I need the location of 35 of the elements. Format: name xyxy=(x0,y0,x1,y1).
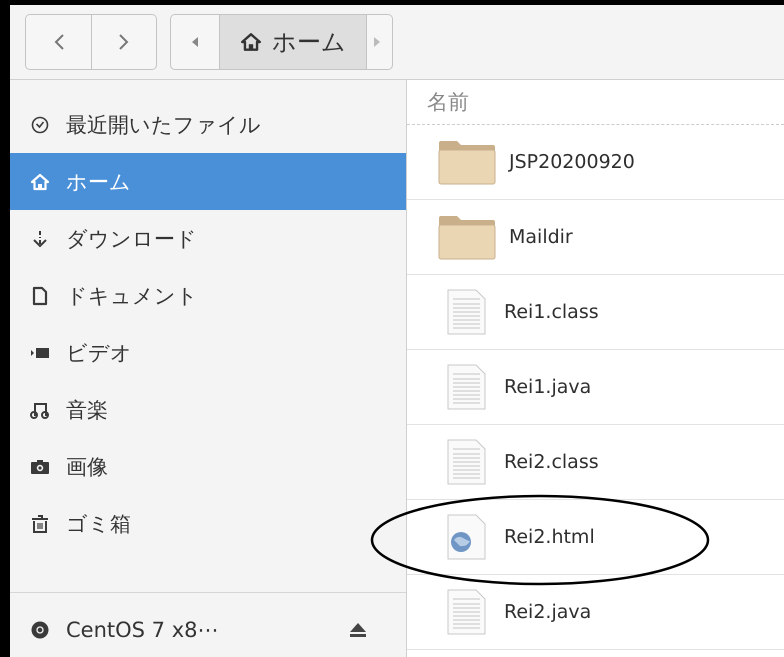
documents-icon xyxy=(30,286,50,306)
file-row[interactable]: Rei2.html xyxy=(407,500,784,575)
trash-icon xyxy=(30,514,50,534)
home-icon xyxy=(30,172,50,192)
triangle-right-icon xyxy=(373,36,381,48)
sidebar-item[interactable]: ビデオ xyxy=(10,324,406,381)
sidebar-item[interactable]: CentOS 7 x8⋯ xyxy=(10,601,406,657)
disc-icon xyxy=(30,620,50,640)
file-row[interactable]: Rei2.java xyxy=(407,575,784,650)
file-row[interactable]: JSP20200920 xyxy=(407,125,784,200)
file-name: Rei1.java xyxy=(504,376,592,398)
file-row[interactable]: Rei2.class xyxy=(407,425,784,500)
sidebar-item[interactable]: ダウンロード xyxy=(10,210,406,267)
file-row[interactable]: Maildir xyxy=(407,200,784,275)
sidebar-item[interactable]: 画像 xyxy=(10,438,406,495)
file-name: Rei2.class xyxy=(504,451,599,473)
file-name: Rei1.class xyxy=(504,301,599,323)
file-row[interactable]: Rei1.class xyxy=(407,275,784,350)
sidebar-item[interactable]: 最近開いたファイル xyxy=(10,96,406,153)
column-header[interactable]: 名前 xyxy=(427,88,469,116)
file-row[interactable]: Rei1.java xyxy=(407,350,784,425)
folder-icon xyxy=(437,214,497,260)
path-button[interactable]: ホーム xyxy=(219,15,366,69)
file-name: Rei2.java xyxy=(504,601,592,623)
sidebar-item[interactable]: ドキュメント xyxy=(10,267,406,324)
recent-icon xyxy=(30,114,50,134)
file-name: Maildir xyxy=(509,226,573,248)
triangle-left-icon xyxy=(191,36,199,48)
folder-icon xyxy=(437,139,497,185)
sidebar-item[interactable]: 音楽 xyxy=(10,381,406,438)
file-name: JSP20200920 xyxy=(509,151,635,173)
file-name: Rei2.html xyxy=(504,526,595,548)
sidebar-item[interactable]: ゴミ箱 xyxy=(10,495,406,552)
home-icon xyxy=(240,31,262,53)
chevron-right-icon xyxy=(117,32,131,52)
